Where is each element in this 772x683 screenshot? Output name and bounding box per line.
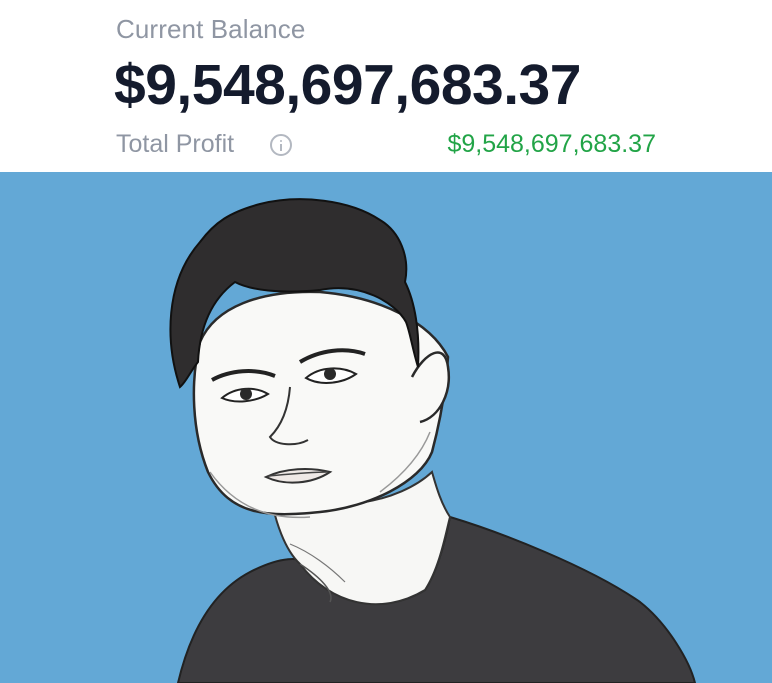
total-profit-row: Total Profit $9,548,697,683.37 xyxy=(116,130,656,164)
total-profit-value: $9,548,697,683.37 xyxy=(447,130,656,158)
portrait-illustration xyxy=(0,172,772,683)
left-pupil xyxy=(240,388,252,400)
balance-card: Current Balance $9,548,697,683.37 Total … xyxy=(0,0,772,172)
total-profit-label: Total Profit xyxy=(116,130,235,158)
portrait-drawing xyxy=(0,172,772,683)
info-icon[interactable] xyxy=(270,134,292,156)
right-pupil xyxy=(324,368,336,380)
current-balance-amount: $9,548,697,683.37 xyxy=(114,53,581,117)
wallet-screen: Current Balance $9,548,697,683.37 Total … xyxy=(0,0,772,683)
current-balance-label: Current Balance xyxy=(116,14,306,44)
